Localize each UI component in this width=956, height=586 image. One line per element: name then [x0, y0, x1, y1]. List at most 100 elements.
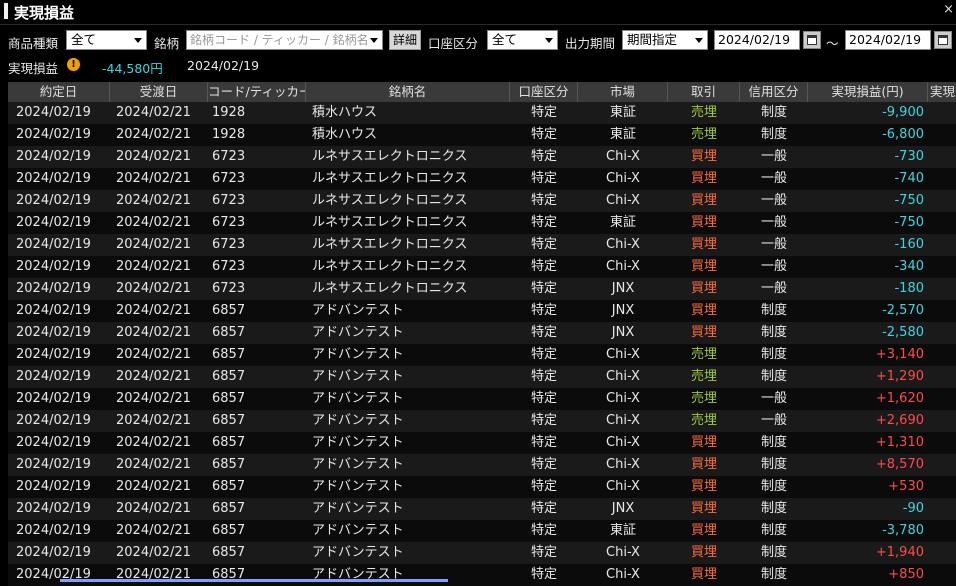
- column-header-trade[interactable]: 取引: [668, 82, 740, 102]
- table-row[interactable]: 2024/02/19 2024/02/21 6857 アドバンテスト 特定 JNX 買埋 制度…: [8, 300, 956, 322]
- table-row[interactable]: 2024/02/19 2024/02/21 6857 アドバンテスト 特定 Chi-X 買埋…: [8, 454, 956, 476]
- cell-pnl: -180: [894, 281, 924, 296]
- cell-pnl: -90: [902, 501, 924, 516]
- cell-trade: 売埋: [690, 369, 717, 384]
- cell-account: 特定: [530, 501, 557, 516]
- cell-margin-type: 一般: [760, 281, 787, 296]
- table-row[interactable]: 2024/02/19 2024/02/21 6857 アドバンテスト 特定 Chi-X 買埋…: [8, 476, 956, 498]
- cell-code: 6857: [212, 369, 246, 384]
- table-row[interactable]: 2024/02/19 2024/02/21 6857 アドバンテスト 特定 東証 買埋 制度 -…: [8, 520, 956, 542]
- cell-pnl: +530: [888, 479, 924, 494]
- cell-market: Chi-X: [606, 545, 640, 560]
- cell-code: 6857: [212, 545, 246, 560]
- table-row[interactable]: 2024/02/19 2024/02/21 6723 ルネサスエレクトロニクス 特定 Ch…: [8, 146, 956, 168]
- table-row[interactable]: 2024/02/19 2024/02/21 6723 ルネサスエレクトロニクス 特定 Ch…: [8, 190, 956, 212]
- table-row[interactable]: 2024/02/19 2024/02/21 6857 アドバンテスト 特定 Chi-X 買埋…: [8, 542, 956, 564]
- cell-market: JNX: [611, 281, 635, 296]
- cell-trade-date: 2024/02/19: [16, 369, 91, 384]
- cell-code: 6857: [212, 457, 246, 472]
- table-row[interactable]: 2024/02/19 2024/02/21 6723 ルネサスエレクトロニクス 特定 Ch…: [8, 234, 956, 256]
- table-row[interactable]: 2024/02/19 2024/02/21 1928 積水ハウス 特定 東証 売埋 制度 -6,…: [8, 124, 956, 146]
- period-select[interactable]: 期間指定: [622, 30, 708, 50]
- cell-trade-date: 2024/02/19: [16, 545, 91, 560]
- table-body: 2024/02/19 2024/02/21 1928 積水ハウス 特定 東証 売埋 制度 -9,…: [8, 102, 956, 586]
- table-row[interactable]: 2024/02/19 2024/02/21 6857 アドバンテスト 特定 JNX 買埋 制度…: [8, 322, 956, 344]
- warning-icon[interactable]: !: [67, 58, 80, 71]
- cell-pnl: +1,290: [875, 369, 924, 384]
- detail-button[interactable]: 詳細: [389, 30, 421, 50]
- cell-settlement-date: 2024/02/21: [116, 171, 191, 186]
- column-header-settlement-date[interactable]: 受渡日: [110, 82, 208, 102]
- cell-trade-date: 2024/02/19: [16, 105, 91, 120]
- cell-pnl: -9,900: [882, 105, 924, 120]
- cell-margin-type: 一般: [760, 391, 787, 406]
- table-row[interactable]: 2024/02/19 2024/02/21 6857 アドバンテスト 特定 Chi-X 売埋…: [8, 366, 956, 388]
- cell-market: Chi-X: [606, 149, 640, 164]
- calendar-icon[interactable]: [803, 31, 821, 49]
- table-row[interactable]: 2024/02/19 2024/02/21 6857 アドバンテスト 特定 Chi-X 売埋…: [8, 410, 956, 432]
- window-title: 実現損益: [14, 4, 75, 22]
- table-row[interactable]: 2024/02/19 2024/02/21 6723 ルネサスエレクトロニクス 特定 Ch…: [8, 168, 956, 190]
- horizontal-scrollbar[interactable]: [60, 579, 448, 582]
- cell-account: 特定: [530, 369, 557, 384]
- column-header-account[interactable]: 口座区分: [510, 82, 578, 102]
- cell-margin-type: 一般: [760, 171, 787, 186]
- cell-margin-type: 一般: [760, 149, 787, 164]
- cell-code: 6857: [212, 523, 246, 538]
- table-row[interactable]: 2024/02/19 2024/02/21 6857 アドバンテスト 特定 Chi-X 買埋…: [8, 564, 956, 586]
- cell-code: 6723: [212, 237, 246, 252]
- column-header-trade-date[interactable]: 約定日: [8, 82, 110, 102]
- cell-market: Chi-X: [606, 391, 640, 406]
- table-row[interactable]: 2024/02/19 2024/02/21 6723 ルネサスエレクトロニクス 特定 Ch…: [8, 256, 956, 278]
- cell-market: Chi-X: [606, 369, 640, 384]
- cell-settlement-date: 2024/02/21: [116, 545, 191, 560]
- cell-code: 6857: [212, 303, 246, 318]
- cell-name: アドバンテスト: [312, 325, 404, 340]
- calendar-icon[interactable]: [934, 31, 952, 49]
- cell-trade: 買埋: [690, 215, 717, 230]
- close-icon[interactable]: ×: [943, 2, 954, 17]
- product-type-label: 商品種類: [8, 36, 59, 51]
- cell-settlement-date: 2024/02/21: [116, 127, 191, 142]
- cell-trade-date: 2024/02/19: [16, 303, 91, 318]
- column-header-name[interactable]: 銘柄名: [306, 82, 510, 102]
- cell-account: 特定: [530, 567, 557, 582]
- column-header-pnl[interactable]: 実現損益(円): [808, 82, 928, 102]
- cell-pnl: -340: [894, 259, 924, 274]
- cell-name: 積水ハウス: [312, 127, 378, 142]
- period-label: 出力期間: [565, 36, 616, 51]
- column-header-realized-extra[interactable]: 実現: [928, 82, 956, 102]
- cell-market: Chi-X: [606, 457, 640, 472]
- cell-settlement-date: 2024/02/21: [116, 435, 191, 450]
- date-to-input[interactable]: 2024/02/19: [845, 30, 931, 50]
- table-row[interactable]: 2024/02/19 2024/02/21 6857 アドバンテスト 特定 JNX 買埋 制度…: [8, 498, 956, 520]
- cell-trade-date: 2024/02/19: [16, 413, 91, 428]
- cell-account: 特定: [530, 281, 557, 296]
- cell-trade: 売埋: [690, 347, 717, 362]
- cell-pnl: +1,310: [875, 435, 924, 450]
- table-row[interactable]: 2024/02/19 2024/02/21 6857 アドバンテスト 特定 Chi-X 売埋…: [8, 388, 956, 410]
- table-row[interactable]: 2024/02/19 2024/02/21 6723 ルネサスエレクトロニクス 特定 JN…: [8, 278, 956, 300]
- product-type-select[interactable]: 全て: [66, 30, 147, 50]
- symbol-input[interactable]: 銘柄コード / ティッカー / 銘柄名: [186, 30, 383, 50]
- cell-trade-date: 2024/02/19: [16, 281, 91, 296]
- chevron-down-icon: [134, 38, 142, 43]
- cell-code: 1928: [212, 127, 246, 142]
- column-header-code[interactable]: コード/ティッカー: [208, 82, 306, 102]
- cell-name: 積水ハウス: [312, 105, 378, 120]
- column-header-market[interactable]: 市場: [578, 82, 668, 102]
- cell-account: 特定: [530, 457, 557, 472]
- cell-margin-type: 一般: [760, 259, 787, 274]
- date-from-input[interactable]: 2024/02/19: [714, 30, 800, 50]
- table-row[interactable]: 2024/02/19 2024/02/21 6857 アドバンテスト 特定 Chi-X 売埋…: [8, 344, 956, 366]
- table-row[interactable]: 2024/02/19 2024/02/21 6723 ルネサスエレクトロニクス 特定 東証…: [8, 212, 956, 234]
- table-row[interactable]: 2024/02/19 2024/02/21 6857 アドバンテスト 特定 Chi-X 買埋…: [8, 432, 956, 454]
- cell-trade: 売埋: [690, 127, 717, 142]
- table-row[interactable]: 2024/02/19 2024/02/21 1928 積水ハウス 特定 東証 売埋 制度 -9,…: [8, 102, 956, 124]
- cell-trade-date: 2024/02/19: [16, 193, 91, 208]
- account-value: 全て: [492, 32, 518, 47]
- column-header-margin-type[interactable]: 信用区分: [740, 82, 808, 102]
- cell-trade: 売埋: [690, 391, 717, 406]
- cell-margin-type: 制度: [760, 325, 787, 340]
- account-select[interactable]: 全て: [487, 30, 558, 50]
